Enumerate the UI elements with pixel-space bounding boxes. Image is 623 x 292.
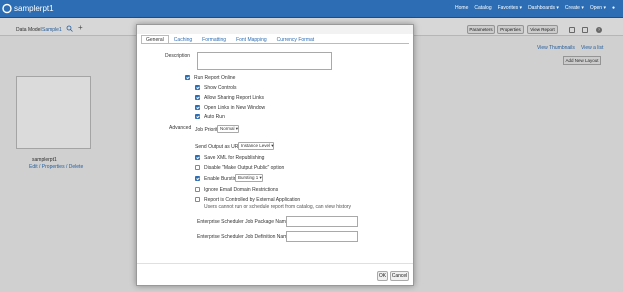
- save-xml-label: Save XML for Republishing: [204, 155, 265, 161]
- oracle-logo-icon: [2, 3, 12, 14]
- nav-create[interactable]: Create ▾: [565, 5, 584, 11]
- auto-run-label: Auto Run: [204, 114, 225, 120]
- external-application-label: Report is Controlled by External Applica…: [204, 197, 301, 203]
- user-avatar-icon[interactable]: ●: [612, 5, 615, 11]
- cancel-button[interactable]: Cancel: [390, 271, 409, 281]
- run-report-online-label: Run Report Online: [194, 75, 236, 81]
- bursting-select[interactable]: Bursting 1 ▾: [235, 174, 263, 182]
- job-package-name-label: Enterprise Scheduler Job Package Name: [197, 219, 289, 225]
- nav-catalog[interactable]: Catalog: [474, 5, 491, 11]
- job-package-name-input[interactable]: [286, 216, 358, 227]
- nav-favorites[interactable]: Favorites ▾: [498, 5, 522, 11]
- report-title: samplerpt1: [14, 4, 54, 13]
- ignore-email-domain-label: Ignore Email Domain Restrictions: [204, 187, 279, 193]
- disable-make-public-label: Disable "Make Output Public" option: [204, 165, 285, 171]
- description-textarea[interactable]: [197, 52, 332, 70]
- ok-button[interactable]: OK: [377, 271, 388, 281]
- top-nav: Home Catalog Favorites ▾ Dashboards ▾ Cr…: [455, 5, 615, 11]
- disable-make-public-checkbox[interactable]: [195, 165, 200, 170]
- enable-bursting-checkbox[interactable]: [195, 176, 200, 181]
- ignore-email-domain-checkbox[interactable]: [195, 187, 200, 192]
- tab-divider: [141, 43, 409, 44]
- nav-dashboards[interactable]: Dashboards ▾: [528, 5, 559, 11]
- send-output-url-select[interactable]: Instance Level ▾: [238, 142, 274, 150]
- job-definition-name-label: Enterprise Scheduler Job Definition Name: [197, 234, 291, 240]
- open-links-new-window-label: Open Links in New Window: [204, 105, 266, 111]
- job-priority-select[interactable]: Normal ▾: [217, 125, 239, 133]
- dialog-top-band: [137, 25, 413, 34]
- report-properties-dialog: General Caching Formatting Font Mapping …: [136, 24, 414, 286]
- advanced-label: Advanced: [169, 125, 192, 131]
- nav-home[interactable]: Home: [455, 5, 468, 11]
- top-header: samplerpt1 Home Catalog Favorites ▾ Dash…: [0, 0, 623, 18]
- show-controls-checkbox[interactable]: [195, 85, 200, 90]
- save-xml-checkbox[interactable]: [195, 155, 200, 160]
- allow-sharing-links-label: Allow Sharing Report Links: [204, 95, 265, 101]
- auto-run-checkbox[interactable]: [195, 114, 200, 119]
- open-links-new-window-checkbox[interactable]: [195, 105, 200, 110]
- description-label: Description: [165, 53, 191, 59]
- job-definition-name-input[interactable]: [286, 231, 358, 242]
- external-application-note: Users cannot run or schedule report from…: [204, 204, 352, 210]
- allow-sharing-links-checkbox[interactable]: [195, 95, 200, 100]
- external-application-checkbox[interactable]: [195, 197, 200, 202]
- run-report-online-checkbox[interactable]: [185, 75, 190, 80]
- send-output-url-label: Send Output as URL: [195, 144, 242, 150]
- footer-divider: [137, 263, 413, 264]
- show-controls-label: Show Controls: [204, 85, 237, 91]
- nav-open[interactable]: Open ▾: [590, 5, 606, 11]
